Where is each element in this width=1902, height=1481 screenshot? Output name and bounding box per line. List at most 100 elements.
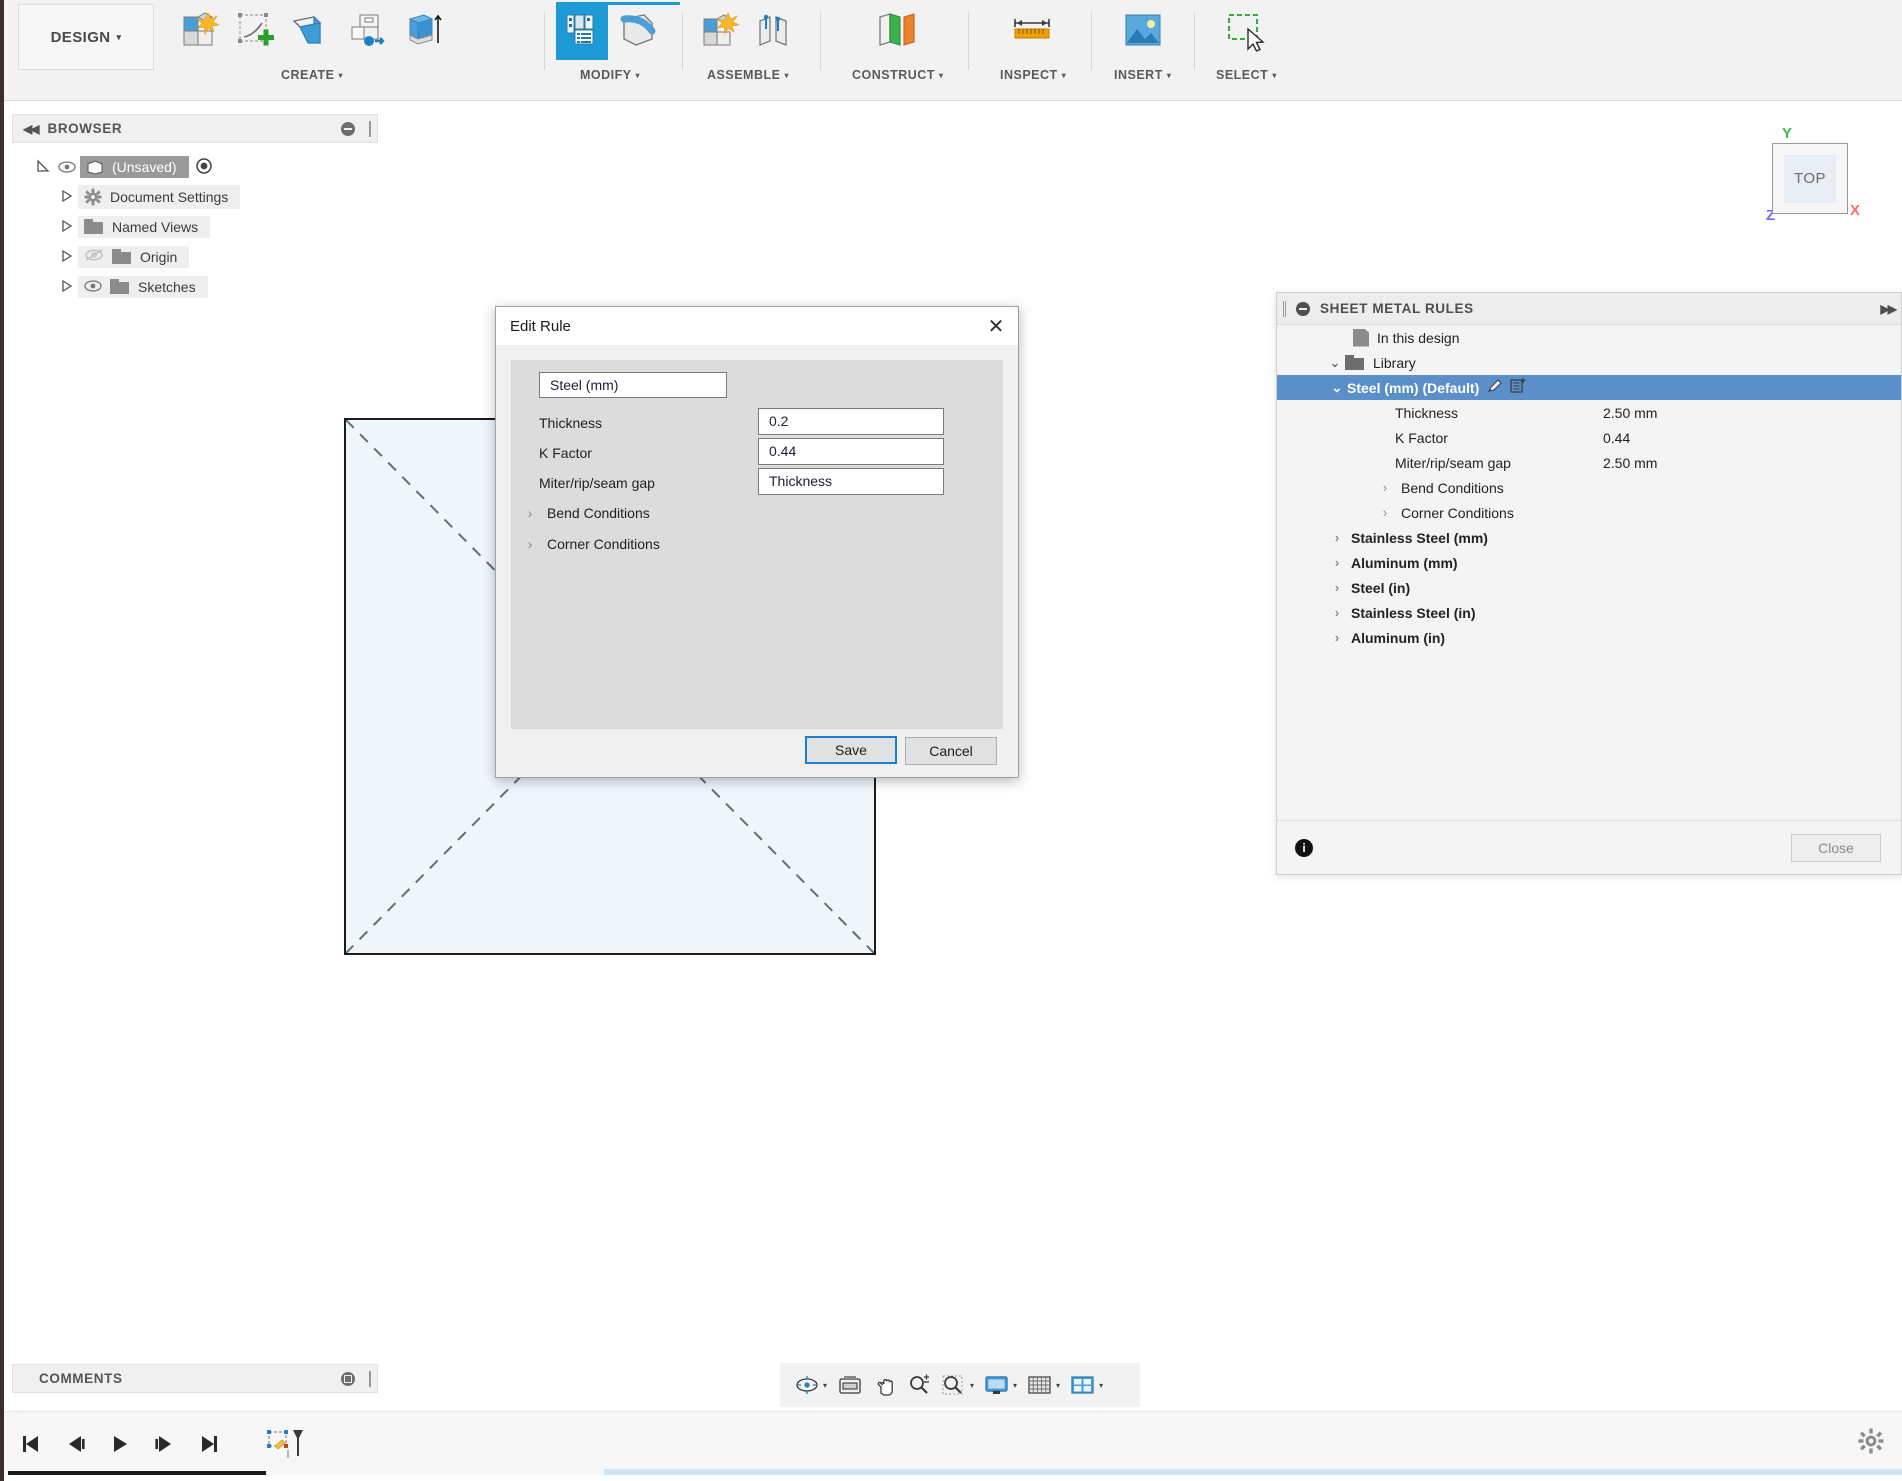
k-factor-input[interactable]: 0.44 [758, 438, 944, 465]
tree-row-sketches[interactable]: Sketches [12, 272, 378, 302]
smr-row-aluminum-in[interactable]: › Aluminum (in) [1277, 625, 1901, 650]
tree-row-named-views[interactable]: Named Views [12, 212, 378, 242]
tree-row-origin[interactable]: Origin [12, 242, 378, 272]
measure-button[interactable] [1007, 2, 1059, 60]
miter-gap-input[interactable]: Thickness [758, 468, 944, 495]
triangle-collapsed-icon[interactable] [56, 189, 78, 206]
browser-item-document-settings[interactable]: Document Settings [78, 185, 240, 209]
browser-item-origin[interactable]: Origin [78, 246, 189, 268]
chevron-down-icon[interactable]: ▾ [1013, 1381, 1017, 1390]
display-settings-button[interactable]: ▾ [980, 1368, 1021, 1402]
chevron-right-icon[interactable]: › [1327, 630, 1347, 645]
grid-snaps-button[interactable]: ▾ [1023, 1368, 1064, 1402]
comments-add-icon[interactable] [341, 1372, 355, 1386]
chevron-right-icon[interactable]: › [1327, 580, 1347, 595]
close-icon[interactable]: ✕ [980, 311, 1012, 341]
chevron-down-icon[interactable]: ⌄ [1325, 355, 1345, 371]
smr-row-bend-conditions[interactable]: › Bend Conditions [1277, 475, 1901, 500]
smr-row-corner-conditions[interactable]: › Corner Conditions [1277, 500, 1901, 525]
edit-pencil-icon[interactable] [1487, 378, 1503, 397]
thickness-input[interactable]: 0.2 [758, 408, 944, 435]
chevron-right-icon[interactable]: › [1327, 530, 1347, 545]
bend-conditions-expander[interactable]: › Bend Conditions [523, 500, 650, 526]
tree-row-root[interactable]: (Unsaved) [12, 152, 378, 182]
timeline-step-back-button[interactable] [62, 1428, 90, 1460]
timeline-sketch-feature-icon[interactable] [264, 1428, 306, 1460]
chevron-down-icon[interactable]: ▾ [1056, 1381, 1060, 1390]
create-sketch-button[interactable] [230, 2, 282, 60]
browser-item-sketches[interactable]: Sketches [78, 276, 208, 298]
triangle-collapsed-icon[interactable] [56, 219, 78, 236]
chevron-right-icon[interactable]: › [1375, 505, 1395, 520]
chevron-right-icon[interactable]: › [1375, 480, 1395, 495]
panel-expand-icon[interactable]: ▶▶ [1881, 302, 1895, 316]
comments-panel-header[interactable]: COMMENTS [12, 1364, 378, 1393]
pan-button[interactable] [869, 1368, 901, 1402]
zoom-button[interactable] [903, 1368, 935, 1402]
chevron-down-icon[interactable]: ▾ [1099, 1381, 1103, 1390]
select-tool-button[interactable] [1220, 2, 1272, 60]
visibility-hidden-eye-icon[interactable] [84, 249, 104, 265]
look-at-button[interactable] [833, 1368, 867, 1402]
unfold-button[interactable] [342, 2, 394, 60]
save-button[interactable]: Save [805, 736, 897, 764]
view-cube-box[interactable]: TOP [1772, 143, 1848, 214]
toolbar-group-label-inspect[interactable]: INSPECT ▾ [1000, 68, 1066, 82]
joint-button[interactable] [750, 2, 802, 60]
chevron-down-icon[interactable]: ▾ [970, 1381, 974, 1390]
smr-row-stainless-steel-mm[interactable]: › Stainless Steel (mm) [1277, 525, 1901, 550]
visibility-eye-icon[interactable] [84, 279, 102, 295]
orbit-button[interactable]: ▾ [790, 1368, 831, 1402]
timeline-settings-gear-icon[interactable] [1858, 1428, 1884, 1459]
close-button[interactable]: Close [1791, 834, 1881, 862]
chevron-down-icon[interactable]: ⌄ [1327, 380, 1347, 396]
bend-button[interactable] [612, 2, 664, 60]
new-rule-icon[interactable] [1509, 377, 1527, 398]
smr-row-steel-mm-default[interactable]: ⌄ Steel (mm) (Default) [1277, 375, 1901, 400]
panel-minimize-icon[interactable] [1296, 302, 1310, 316]
chevron-right-icon[interactable]: › [523, 536, 537, 552]
insert-image-button[interactable] [1117, 2, 1169, 60]
chevron-right-icon[interactable]: › [523, 505, 537, 521]
sheet-metal-rules-button[interactable] [556, 2, 608, 60]
toolbar-group-label-assemble[interactable]: ASSEMBLE ▾ [707, 68, 789, 82]
tree-row-document-settings[interactable]: Document Settings [12, 182, 378, 212]
view-cube[interactable]: Y X Z TOP [1758, 127, 1868, 231]
activate-component-radio[interactable] [195, 157, 213, 178]
viewports-button[interactable]: ▾ [1066, 1368, 1107, 1402]
timeline-scroll-strip[interactable] [604, 1469, 1902, 1475]
smr-row-steel-in[interactable]: › Steel (in) [1277, 575, 1901, 600]
comments-resize-grip[interactable] [369, 1371, 371, 1387]
sheet-metal-rules-header[interactable]: SHEET METAL RULES ▶▶ [1277, 293, 1901, 325]
construct-plane-button[interactable] [872, 2, 924, 60]
triangle-collapsed-icon[interactable] [56, 279, 78, 296]
view-cube-face-top[interactable]: TOP [1784, 155, 1836, 203]
corner-conditions-expander[interactable]: › Corner Conditions [523, 531, 660, 557]
timeline-go-to-end-button[interactable] [194, 1428, 222, 1460]
workspace-switcher[interactable]: DESIGN ▾ [18, 4, 154, 70]
chevron-right-icon[interactable]: › [1327, 605, 1347, 620]
timeline-step-forward-button[interactable] [150, 1428, 178, 1460]
toolbar-group-label-insert[interactable]: INSERT ▾ [1114, 68, 1171, 82]
triangle-collapsed-icon[interactable] [56, 249, 78, 266]
toolbar-group-label-construct[interactable]: CONSTRUCT ▾ [852, 68, 943, 82]
browser-item-unsaved[interactable]: (Unsaved) [80, 156, 189, 178]
toolbar-group-label-create[interactable]: CREATE ▾ [281, 68, 343, 82]
triangle-expanded-icon[interactable] [32, 159, 54, 176]
extrude-button[interactable] [398, 2, 450, 60]
timeline-go-to-beginning-button[interactable] [18, 1428, 46, 1460]
chevron-down-icon[interactable]: ▾ [823, 1381, 827, 1390]
toolbar-group-label-select[interactable]: SELECT ▾ [1216, 68, 1277, 82]
new-component-button[interactable] [174, 2, 226, 60]
smr-row-in-this-design[interactable]: In this design [1277, 325, 1901, 350]
edit-rule-title-bar[interactable]: Edit Rule ✕ [496, 307, 1018, 345]
browser-item-named-views[interactable]: Named Views [78, 216, 210, 238]
smr-row-stainless-steel-in[interactable]: › Stainless Steel (in) [1277, 600, 1901, 625]
smr-row-library[interactable]: ⌄ Library [1277, 350, 1901, 375]
cancel-button[interactable]: Cancel [905, 737, 997, 765]
collapse-left-icon[interactable]: ◀◀ [23, 122, 37, 136]
chevron-right-icon[interactable]: › [1327, 555, 1347, 570]
browser-minimize-icon[interactable] [341, 122, 355, 136]
smr-row-aluminum-mm[interactable]: › Aluminum (mm) [1277, 550, 1901, 575]
flange-button[interactable] [286, 2, 338, 60]
